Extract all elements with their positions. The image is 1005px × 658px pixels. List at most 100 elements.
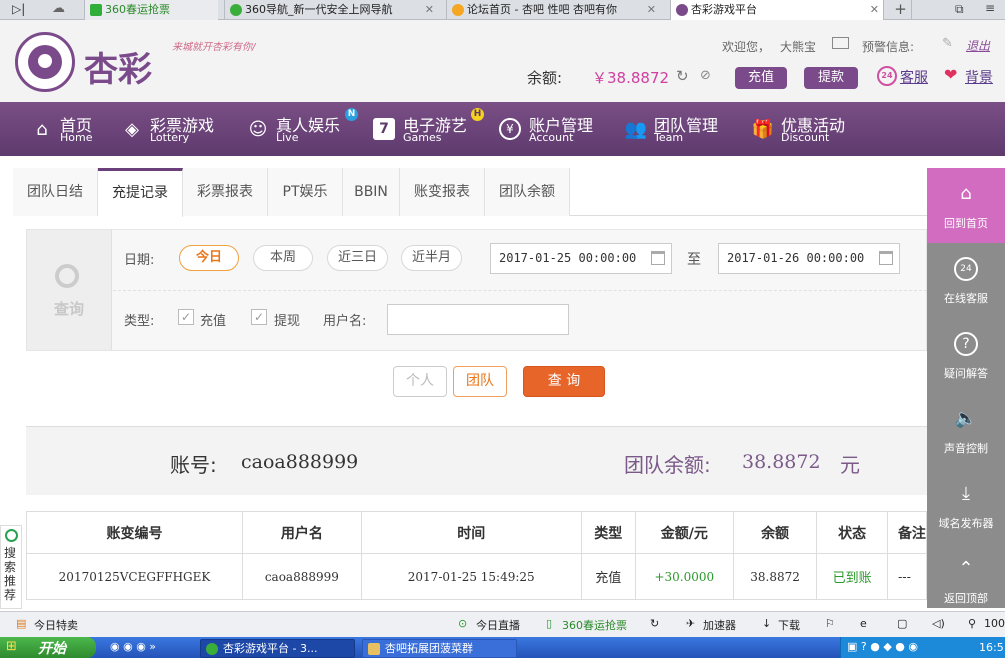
start-label: 开始 [38, 641, 66, 657]
window-icon[interactable]: ▢ [897, 617, 907, 630]
deposit-checkbox[interactable]: ✓ [178, 309, 194, 325]
browser-tab-2[interactable]: 360导航_新一代安全上网导航 ✕ [224, 0, 438, 20]
table-row[interactable]: 20170125VCEGFFHGEK caoa888999 2017-01-25… [25, 553, 928, 600]
range-today[interactable]: 今日 [179, 245, 239, 271]
back-icon[interactable]: ▷| [12, 2, 25, 16]
shopping-icon[interactable]: ▤ [16, 617, 26, 630]
range-half-month[interactable]: 近半月 [401, 245, 462, 271]
withdraw-checkbox[interactable]: ✓ [251, 309, 267, 325]
download-icon[interactable]: ↓ [762, 617, 771, 630]
slogan: 来城就开杏彩有你/ [172, 42, 256, 53]
mail-icon[interactable] [832, 37, 849, 49]
logo-emblem-icon[interactable] [15, 32, 75, 92]
sidebar-faq[interactable]: ? 疑问解答 [927, 318, 1005, 393]
query-button[interactable]: 查 询 [523, 366, 605, 397]
range-week[interactable]: 本周 [253, 245, 313, 271]
search-recommend-float[interactable]: 搜索推荐 [0, 525, 22, 609]
arrow-up-icon: ⌃ [958, 558, 974, 579]
nav-item-games[interactable]: 7 电子游艺 Games H [373, 102, 484, 156]
start-button[interactable]: ⊞ 开始 [0, 637, 96, 658]
taskbar-item-2[interactable]: 杏吧拓展团菠菜群 [362, 639, 517, 658]
tab-title: 360春运抢票 [105, 3, 170, 16]
sidebar-label: 疑问解答 [944, 367, 988, 380]
sidebar-home[interactable]: ⌂ 回到首页 [927, 168, 1005, 243]
phone-icon[interactable]: ▯ [546, 617, 552, 630]
speaker-icon: 🔈 [954, 408, 978, 429]
refresh-icon[interactable]: ↻ [676, 67, 689, 85]
hide-balance-icon[interactable]: ⊘ [700, 68, 711, 83]
range-three-days[interactable]: 近三日 [327, 245, 388, 271]
taskbar-item-1[interactable]: 杏彩游戏平台 - 3... [200, 639, 355, 658]
restore-icon[interactable]: ⧉ [955, 2, 964, 17]
zoom-icon[interactable]: ⚲ [968, 617, 976, 630]
menu-icon[interactable]: ≡ [985, 1, 995, 15]
logo-text[interactable]: 杏彩 [84, 42, 152, 91]
col-header: 用户名 [242, 511, 362, 554]
live-icon[interactable]: ⊙ [458, 617, 467, 630]
date-from-input[interactable]: 2017-01-25 00:00:00 [490, 243, 672, 274]
logout-link[interactable]: 退出 [966, 37, 990, 54]
close-icon[interactable]: ✕ [870, 0, 879, 20]
sidebar-top[interactable]: ⌃ 返回顶部 [927, 543, 1005, 618]
status-accelerator[interactable]: 加速器 [703, 617, 736, 633]
live-dealer-icon: ☺ [248, 119, 268, 140]
warn-label[interactable]: 预警信息: [862, 38, 914, 55]
tab-balance-change[interactable]: 账变报表 [400, 168, 485, 216]
nav-item-home[interactable]: ⌂ 首页 Home [30, 102, 130, 156]
cell-time: 2017-01-25 15:49:25 [360, 553, 582, 600]
nav-item-lottery[interactable]: ◈ 彩票游戏 Lottery [120, 102, 230, 156]
background-link[interactable]: 背景 [965, 67, 993, 87]
browser-tab-1[interactable]: 360春运抢票 [84, 0, 218, 20]
withdraw-button[interactable]: 提款 [804, 67, 858, 89]
main-nav: ⌂ 首页 Home ◈ 彩票游戏 Lottery ☺ 真人娱乐 Live N 7… [0, 102, 1005, 156]
service-link[interactable]: 客服 [900, 67, 928, 87]
calendar-icon[interactable] [651, 251, 665, 265]
tab-team-daily[interactable]: 团队日结 [13, 168, 98, 216]
speed-icon[interactable]: ↻ [650, 617, 659, 630]
ie-icon[interactable]: e [860, 617, 867, 630]
nav-item-team[interactable]: 👥 团队管理 Team [624, 102, 734, 156]
flag-icon[interactable]: ⚐ [825, 617, 835, 630]
service-24-icon[interactable]: 24 [877, 66, 897, 86]
volume-icon[interactable]: ◁) [932, 617, 945, 630]
tab-team-balance[interactable]: 团队余额 [485, 168, 570, 216]
nav-item-account[interactable]: ¥ 账户管理 Account [499, 102, 609, 156]
team-button[interactable]: 团队 [453, 366, 507, 397]
nav-item-discount[interactable]: 🎁 优惠活动 Discount [751, 102, 861, 156]
username-input[interactable] [387, 304, 569, 335]
tab-lottery-report[interactable]: 彩票报表 [183, 168, 268, 216]
quicklaunch-icon[interactable]: ◉ ◉ ◉ » [110, 640, 156, 653]
cell-status: 已到账 [816, 553, 888, 600]
windows-taskbar: ⊞ 开始 ◉ ◉ ◉ » 杏彩游戏平台 - 3... 杏吧拓展团菠菜群 ▣ ? … [0, 637, 1005, 658]
background-icon[interactable]: ❤ [944, 65, 957, 84]
forum-icon [452, 4, 464, 16]
deposit-button[interactable]: 充值 [735, 67, 787, 89]
tray-icons[interactable]: ▣ ? ● ◆ ● ◉ [847, 640, 918, 653]
browser-status-bar: ▤ 今日特卖 ⊙ 今日直播 ▯ 360春运抢票 ↻ ✈ 加速器 ↓ 下载 ⚐ e… [0, 611, 1005, 637]
status-ticket[interactable]: 360春运抢票 [562, 617, 627, 633]
sidebar-domain[interactable]: ⤓ 域名发布器 [927, 468, 1005, 543]
date-to-input[interactable]: 2017-01-26 00:00:00 [718, 243, 900, 274]
nav-subtitle: Discount [781, 131, 830, 144]
browser-tab-3[interactable]: 论坛首页 - 杏吧 性吧 杏吧有你 ✕ [446, 0, 660, 20]
globe-icon [230, 4, 242, 16]
calendar-icon[interactable] [879, 251, 893, 265]
cloud-icon[interactable]: ☁ [52, 1, 65, 16]
tab-pt[interactable]: PT娱乐 [268, 168, 343, 216]
browser-tab-4[interactable]: 杏彩游戏平台 ✕ [670, 0, 884, 21]
new-tab-icon[interactable]: + [890, 0, 912, 20]
sidebar-sound[interactable]: 🔈 声音控制 [927, 393, 1005, 468]
tab-bbin[interactable]: BBIN [343, 168, 400, 216]
rocket-icon[interactable]: ✈ [686, 617, 695, 630]
sidebar-service[interactable]: 24 在线客服 [927, 243, 1005, 318]
personal-button[interactable]: 个人 [393, 366, 447, 397]
close-icon[interactable]: ✕ [647, 0, 656, 20]
close-icon[interactable]: ✕ [425, 0, 434, 20]
status-zoom[interactable]: 100 [984, 617, 1005, 630]
nav-item-live[interactable]: ☺ 真人娱乐 Live N [246, 102, 358, 156]
status-live[interactable]: 今日直播 [476, 617, 520, 633]
status-deals[interactable]: 今日特卖 [34, 617, 78, 633]
edit-icon[interactable]: ✎ [942, 36, 953, 51]
tab-deposit-withdraw[interactable]: 充提记录 [98, 168, 183, 217]
status-download[interactable]: 下载 [778, 617, 800, 633]
